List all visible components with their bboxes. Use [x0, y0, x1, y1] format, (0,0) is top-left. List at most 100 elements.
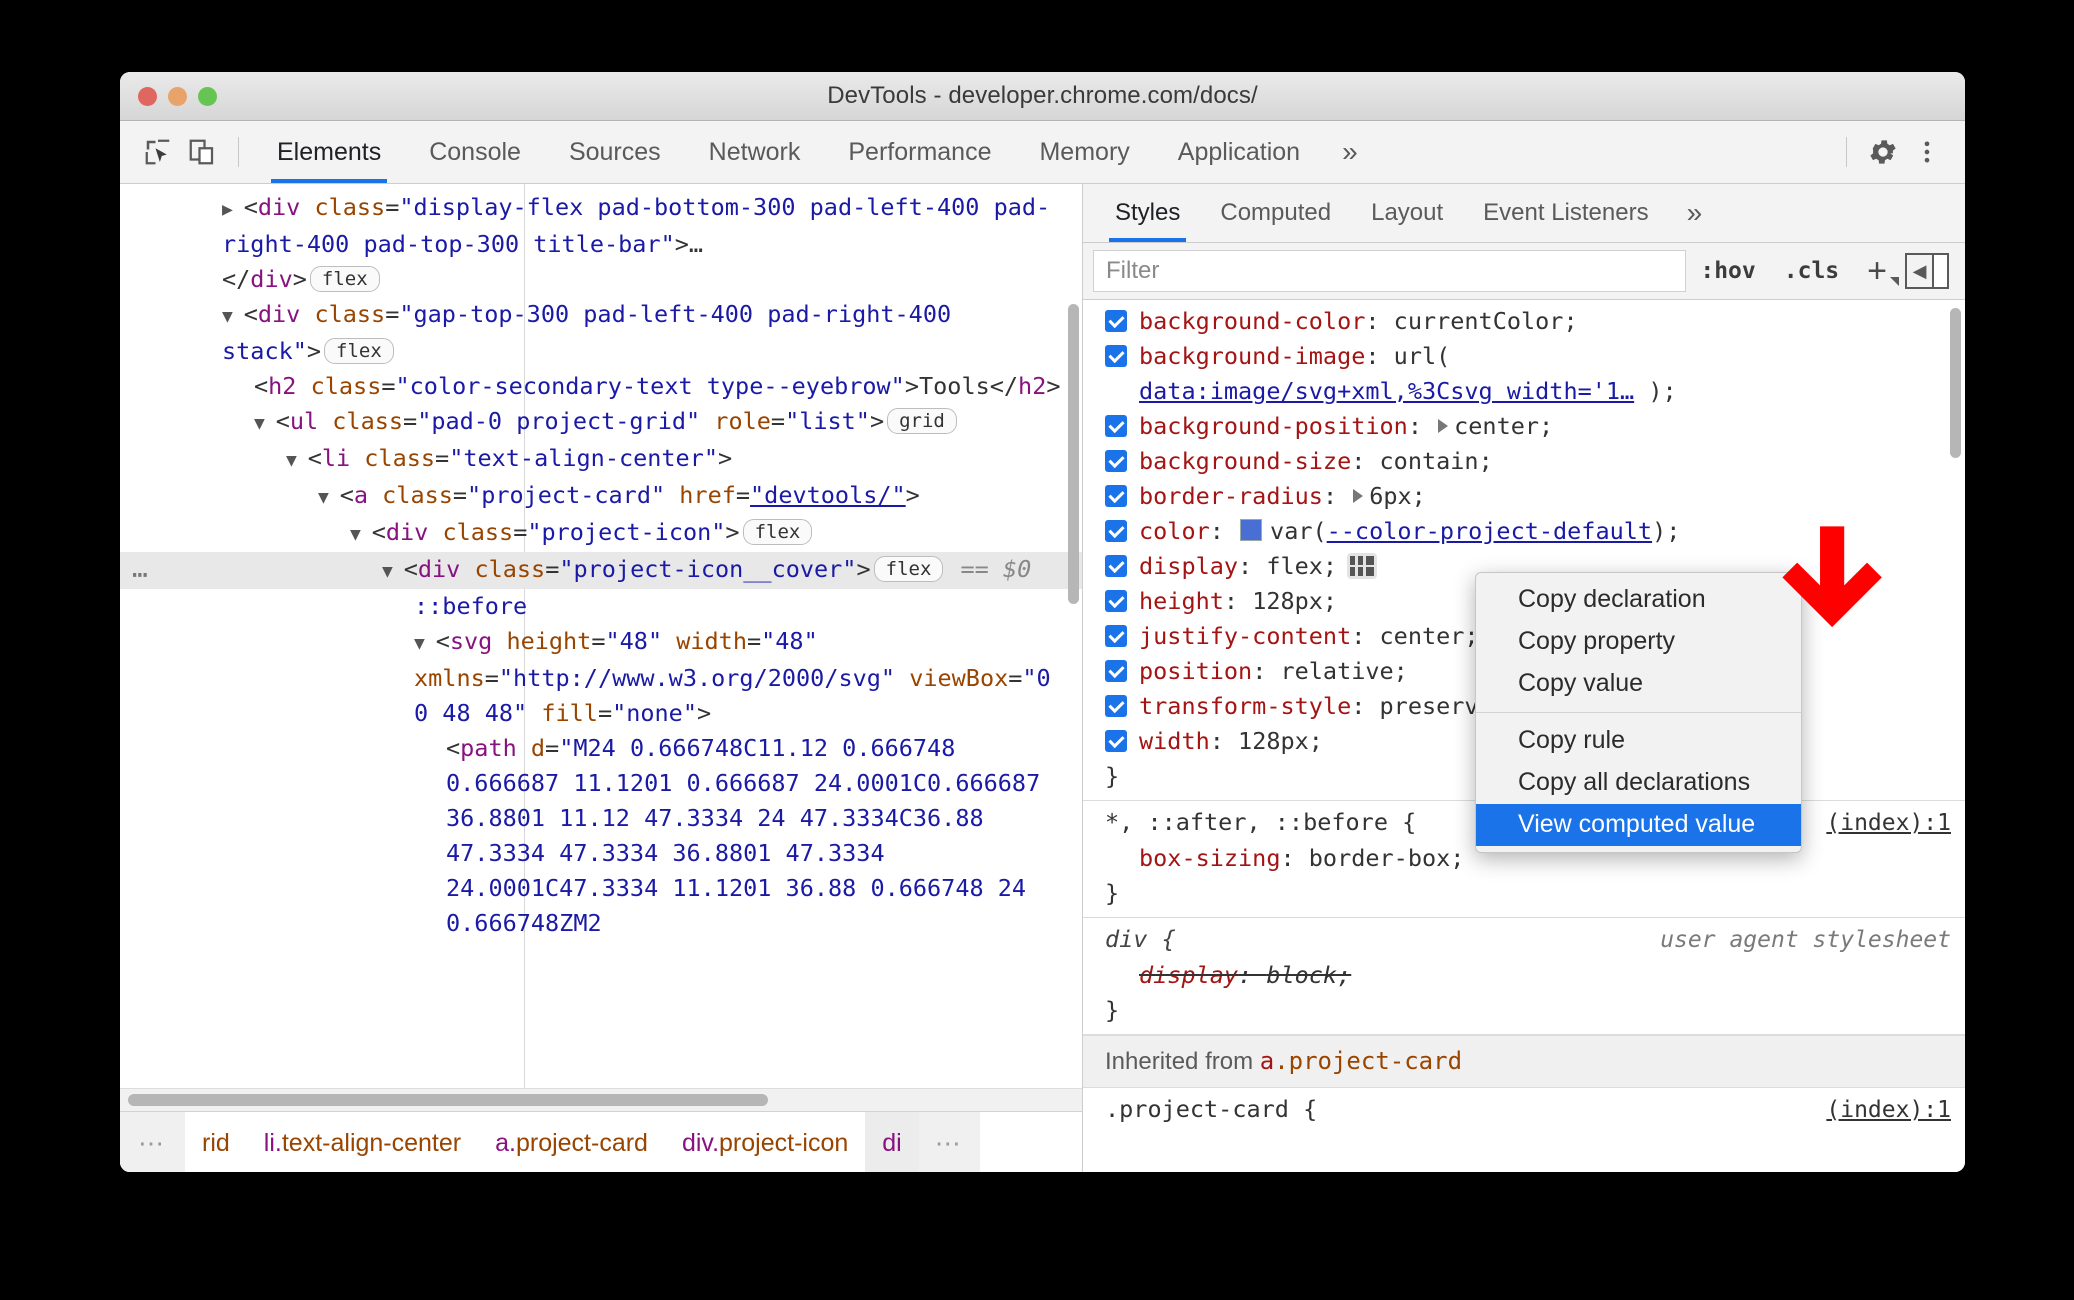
css-declaration[interactable]: border-radius: 6px;	[1083, 479, 1965, 514]
breadcrumb-item-4[interactable]: di	[865, 1112, 919, 1172]
css-variable-link[interactable]: --color-project-default	[1327, 517, 1652, 545]
declaration-checkbox[interactable]	[1105, 310, 1127, 332]
dom-node[interactable]: <path d="M24 0.666748C11.12 0.666748 0.6…	[120, 731, 1082, 941]
css-value[interactable]: 128px;	[1238, 727, 1323, 755]
breadcrumb-overflow-left[interactable]: ⋯	[120, 1112, 185, 1172]
declaration-checkbox[interactable]	[1105, 730, 1127, 752]
css-selector[interactable]: div {	[1105, 922, 1176, 957]
dom-tree-horizontal-scrollbar[interactable]	[120, 1088, 1082, 1111]
breadcrumb-item-3[interactable]: div. project-icon	[665, 1112, 865, 1172]
more-tabs-icon[interactable]: »	[1324, 136, 1376, 168]
dom-node-selected[interactable]: ⋯ ▼ <div class="project-icon__cover"> flex…	[120, 552, 1082, 590]
expand-triangle-icon[interactable]: ▼	[382, 561, 404, 582]
breadcrumb-item-2[interactable]: a. project-card	[478, 1112, 665, 1172]
stylesheet-source-link[interactable]: (index):1	[1826, 806, 1951, 841]
color-swatch[interactable]	[1240, 519, 1263, 541]
dom-node[interactable]: ::before	[120, 589, 1082, 624]
css-property-name[interactable]: height	[1139, 587, 1224, 615]
css-property-name[interactable]: background-color	[1139, 307, 1365, 335]
gear-icon[interactable]	[1861, 130, 1905, 174]
css-declaration[interactable]: display: block;	[1083, 958, 1965, 993]
css-declaration[interactable]: background-image: url(	[1083, 339, 1965, 374]
css-value[interactable]: border-box;	[1309, 844, 1465, 872]
css-value[interactable]: 6px;	[1369, 482, 1426, 510]
breadcrumb-item-0[interactable]: rid	[185, 1112, 247, 1172]
dom-token-link[interactable]: "devtools/"	[750, 481, 906, 509]
css-value[interactable]: currentColor;	[1394, 307, 1578, 335]
breadcrumb-item-1[interactable]: li. text-align-center	[247, 1112, 478, 1172]
css-value[interactable]: block;	[1266, 961, 1351, 989]
css-selector[interactable]: *, ::after, ::before {	[1105, 805, 1416, 840]
dom-node-badge[interactable]: ⋯	[132, 558, 150, 593]
data-uri-link[interactable]: data:image/svg+xml,%3Csvg width='1…	[1139, 377, 1634, 405]
tab-console[interactable]: Console	[405, 121, 545, 183]
css-property-name[interactable]: justify-content	[1139, 622, 1351, 650]
tab-sources[interactable]: Sources	[545, 121, 685, 183]
stylesheet-source-link[interactable]: (index):1	[1826, 1093, 1951, 1128]
css-property-name[interactable]: border-radius	[1139, 482, 1323, 510]
declaration-checkbox[interactable]	[1105, 450, 1127, 472]
tab-memory[interactable]: Memory	[1015, 121, 1153, 183]
dom-tree-vertical-scrollbar[interactable]	[1068, 304, 1079, 604]
declaration-checkbox[interactable]	[1105, 345, 1127, 367]
dom-node[interactable]: ▼ <ul class="pad-0 project-grid" role="l…	[120, 404, 1082, 441]
dom-tree-hscroll-thumb[interactable]	[128, 1094, 768, 1106]
new-style-rule-button[interactable]: +	[1853, 254, 1905, 288]
css-selector[interactable]: .project-card {	[1105, 1092, 1317, 1127]
maximize-window-button[interactable]	[198, 86, 217, 106]
layout-badge-grid[interactable]: grid	[887, 408, 957, 434]
declaration-checkbox[interactable]	[1105, 695, 1127, 717]
css-value[interactable]: center;	[1454, 412, 1553, 440]
css-property-name[interactable]: background-position	[1139, 412, 1408, 440]
minimize-window-button[interactable]	[168, 86, 187, 106]
declaration-checkbox[interactable]	[1105, 485, 1127, 507]
css-value[interactable]: flex;	[1266, 552, 1337, 580]
dom-node[interactable]: ▼ <div class="gap-top-300 pad-left-400 p…	[120, 297, 1082, 369]
css-property-name[interactable]: box-sizing	[1139, 844, 1280, 872]
inherited-selector[interactable]: a.project-card	[1260, 1047, 1462, 1075]
dom-tree-scroll-area[interactable]: ▶ <div class="display-flex pad-bottom-30…	[120, 184, 1082, 1088]
expand-triangle-icon[interactable]: ▼	[254, 413, 276, 434]
layout-badge-flex[interactable]: flex	[324, 338, 394, 364]
context-menu-item-4[interactable]: Copy rule	[1476, 720, 1801, 762]
declaration-checkbox[interactable]	[1105, 660, 1127, 682]
flexbox-editor-icon[interactable]	[1347, 553, 1378, 579]
context-menu-item-2[interactable]: Copy value	[1476, 663, 1801, 705]
dom-node[interactable]: ▼ <a class="project-card" href="devtools…	[120, 478, 1082, 515]
expand-triangle-icon[interactable]: ▼	[318, 487, 340, 508]
css-property-name[interactable]: position	[1139, 657, 1252, 685]
tab-elements[interactable]: Elements	[253, 121, 405, 183]
tab-network[interactable]: Network	[685, 121, 825, 183]
expand-triangle-icon[interactable]: ▶	[222, 199, 244, 220]
css-value[interactable]: relative;	[1280, 657, 1407, 685]
declaration-checkbox[interactable]	[1105, 520, 1127, 542]
inspect-cursor-icon[interactable]	[136, 130, 180, 174]
tab-event-listeners[interactable]: Event Listeners	[1463, 184, 1668, 242]
css-property-name[interactable]: width	[1139, 727, 1210, 755]
css-declaration[interactable]: background-position: center;	[1083, 409, 1965, 444]
declaration-checkbox[interactable]	[1105, 590, 1127, 612]
dom-node[interactable]: </div> flex	[120, 262, 1082, 297]
dom-node[interactable]: ▼ <svg height="48" width="48" xmlns="htt…	[120, 624, 1082, 731]
css-value[interactable]: center;	[1380, 622, 1479, 650]
dom-node[interactable]: <h2 class="color-secondary-text type--ey…	[120, 369, 1082, 404]
declaration-checkbox[interactable]	[1105, 555, 1127, 577]
css-declaration[interactable]: background-size: contain;	[1083, 444, 1965, 479]
dom-node[interactable]: ▼ <li class="text-align-center">	[120, 441, 1082, 478]
tab-layout[interactable]: Layout	[1351, 184, 1463, 242]
css-property-name[interactable]: color	[1139, 517, 1210, 545]
tab-performance[interactable]: Performance	[824, 121, 1015, 183]
css-property-name[interactable]: transform-style	[1139, 692, 1351, 720]
layout-badge-flex[interactable]: flex	[309, 266, 380, 292]
tab-application[interactable]: Application	[1154, 121, 1324, 183]
css-value[interactable]: 128px;	[1252, 587, 1337, 615]
layout-badge-flex[interactable]: flex	[873, 556, 944, 582]
device-toolbar-icon[interactable]	[180, 130, 224, 174]
context-menu-item-0[interactable]: Copy declaration	[1476, 579, 1801, 621]
styles-filter-input[interactable]: Filter	[1093, 250, 1687, 292]
layout-badge-flex[interactable]: flex	[742, 519, 813, 545]
css-property-name[interactable]: display	[1139, 552, 1238, 580]
tab-computed[interactable]: Computed	[1200, 184, 1351, 242]
expand-triangle-icon[interactable]: ▼	[414, 633, 436, 654]
declaration-checkbox[interactable]	[1105, 625, 1127, 647]
